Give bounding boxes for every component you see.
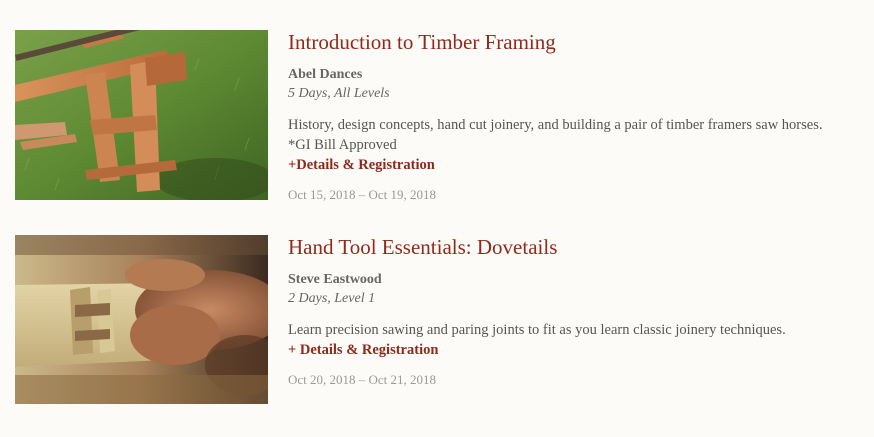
course-description-text: History, design concepts, hand cut joine… bbox=[288, 117, 823, 133]
course-duration-level: 5 Days, All Levels bbox=[288, 86, 390, 101]
dovetail-joint-photo bbox=[15, 235, 268, 404]
details-registration-link[interactable]: +Details & Registration bbox=[288, 155, 435, 175]
course-duration-level: 2 Days, Level 1 bbox=[288, 291, 376, 306]
course-dates: Oct 15, 2018 – Oct 19, 2018 bbox=[288, 187, 437, 202]
gi-bill-note: *GI Bill Approved bbox=[288, 137, 397, 153]
timber-sawhorse-photo bbox=[15, 30, 268, 200]
course-info: Introduction to Timber Framing Abel Danc… bbox=[288, 30, 868, 203]
course-description: Learn precision sawing and paring joints… bbox=[288, 320, 868, 360]
course-image-dovetails[interactable] bbox=[15, 235, 268, 404]
course-instructor: Steve Eastwood bbox=[288, 272, 382, 287]
course-info: Hand Tool Essentials: Dovetails Steve Ea… bbox=[288, 235, 868, 388]
course-title[interactable]: Hand Tool Essentials: Dovetails bbox=[288, 235, 868, 259]
course-dates: Oct 20, 2018 – Oct 21, 2018 bbox=[288, 372, 437, 387]
course-title[interactable]: Introduction to Timber Framing bbox=[288, 30, 868, 54]
course-image-timber-framing[interactable] bbox=[15, 30, 268, 200]
details-registration-link[interactable]: + Details & Registration bbox=[288, 340, 438, 360]
course-instructor: Abel Dances bbox=[288, 67, 363, 82]
course-description-text: Learn precision sawing and paring joints… bbox=[288, 322, 786, 338]
course-description: History, design concepts, hand cut joine… bbox=[288, 115, 868, 175]
